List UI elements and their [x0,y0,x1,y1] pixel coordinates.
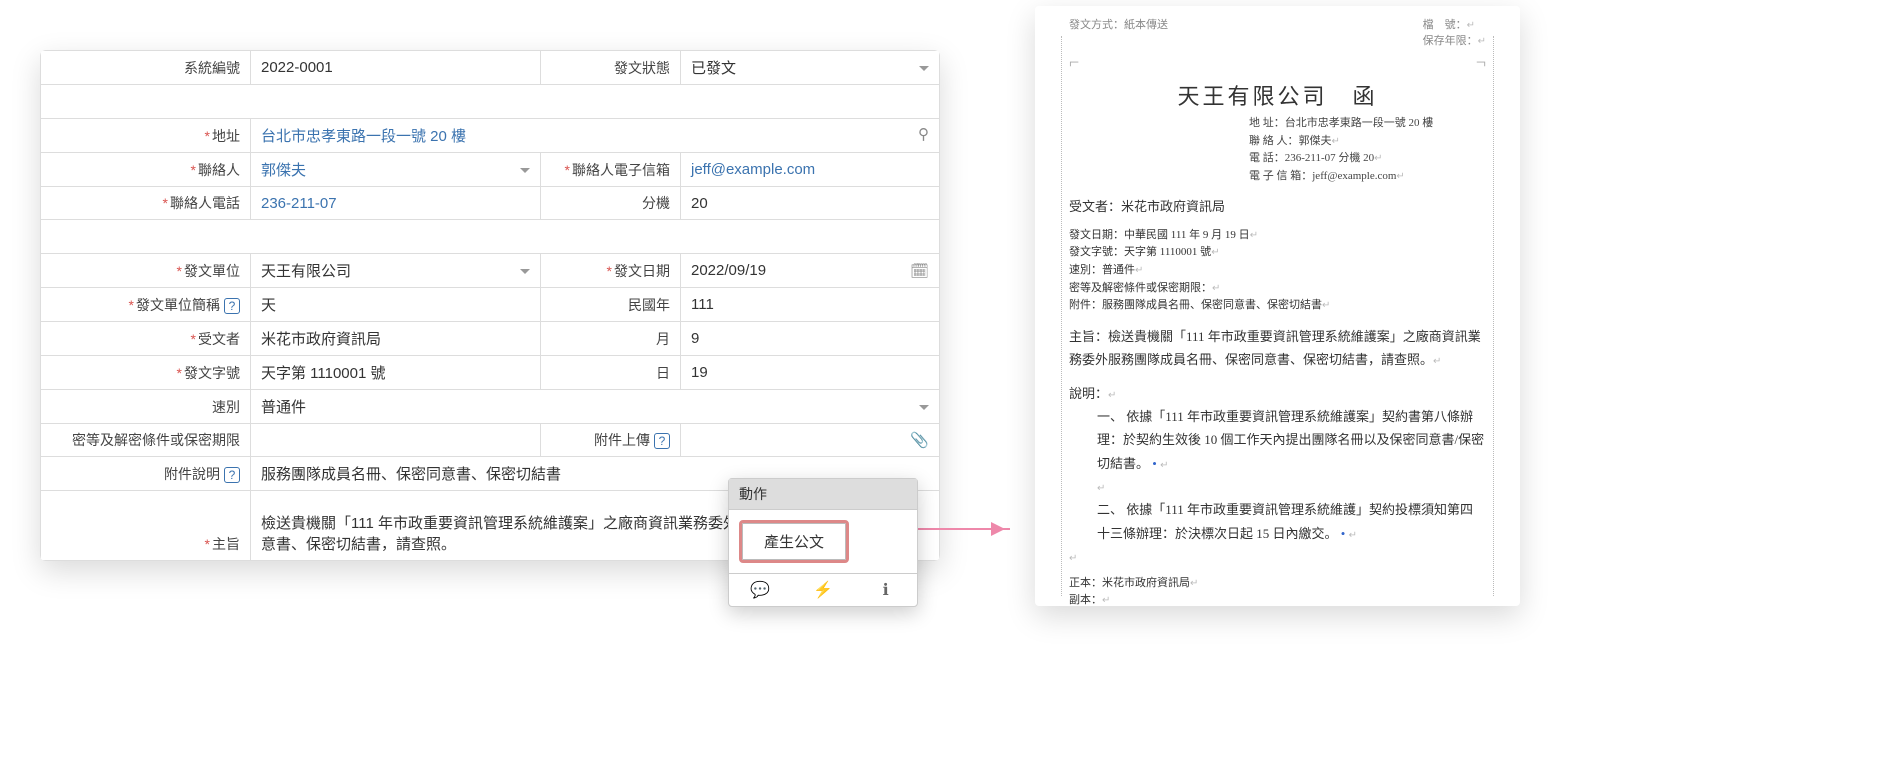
addr-input[interactable]: 台北市忠孝東路一段一號 20 樓⚲ [251,119,940,153]
info-icon[interactable]: ℹ [854,574,917,606]
recipient-input[interactable]: 米花市政府資訊局 [251,322,541,356]
action-popup: 動作 產生公文 💬 ⚡ ℹ [728,478,918,607]
doc-send-method: 發文方式：紙本傳送 [1069,16,1168,48]
location-icon[interactable]: ⚲ [918,125,929,143]
attach-desc-label: 附件說明? [41,457,251,491]
secret-input[interactable] [251,424,541,457]
doc-paragraph-2: 二、 依據「111 年市政重要資訊管理系統維護」契約投標須知第四十三條辦理：於決… [1097,502,1473,540]
status-label: 發文狀態 [541,51,681,85]
date-input[interactable]: 2022/09/19🗓 [681,254,940,288]
date-label: 發文日期 [541,254,681,288]
unit-label: 發文單位 [41,254,251,288]
generate-document-button[interactable]: 產生公文 [739,520,849,563]
unit-abbr-input[interactable]: 天 [251,288,541,322]
month-value: 9 [681,322,940,356]
contact-select[interactable]: 郭傑夫 [251,153,541,187]
ext-input[interactable]: 20 [681,187,940,220]
doc-subject: 檢送貴機關「111 年市政重要資訊管理系統維護案」之廠商資訊業務委外服務團隊成員… [1069,329,1481,367]
attachment-icon[interactable]: 📎 [910,431,929,449]
subject-label: 主旨 [41,491,251,561]
calendar-icon[interactable]: 🗓 [910,262,929,280]
sys-no-value: 2022-0001 [251,51,541,85]
help-icon[interactable]: ? [224,298,240,314]
day-value: 19 [681,356,940,390]
status-select[interactable]: 已發文 [681,51,940,85]
bolt-icon[interactable]: ⚡ [792,574,855,606]
month-label: 月 [541,322,681,356]
email-input[interactable]: jeff@example.com [681,153,940,187]
docno-input[interactable]: 天字第 1110001 號 [251,356,541,390]
phone-label: 聯絡人電話 [41,187,251,220]
roc-value: 111 [681,288,940,322]
secret-label: 密等及解密條件或保密期限 [41,424,251,457]
doc-title: 天王有限公司 函 [1069,79,1486,111]
sys-no-label: 系統編號 [41,51,251,85]
upload-label: 附件上傳? [541,424,681,457]
comment-icon[interactable]: 💬 [729,574,792,606]
roc-label: 民國年 [541,288,681,322]
docno-label: 發文字號 [41,356,251,390]
phone-input[interactable]: 236-211-07 [251,187,541,220]
help-icon[interactable]: ? [224,467,240,483]
recipient-label: 受文者 [41,322,251,356]
addr-label: 地址 [41,119,251,153]
email-label: 聯絡人電子信箱 [541,153,681,187]
doc-recipient: 受文者：米花市政府資訊局 [1069,195,1486,218]
unit-abbr-label: 發文單位簡稱? [41,288,251,322]
action-header: 動作 [729,479,917,510]
day-label: 日 [541,356,681,390]
main-header: 公文主要資訊 [41,220,940,254]
contact-header: 聯絡資訊 [41,85,940,119]
speed-select[interactable]: 普通件 [251,390,940,424]
upload-input[interactable]: 📎 [681,424,940,457]
speed-label: 速別 [41,390,251,424]
contact-label: 聯絡人 [41,153,251,187]
ext-label: 分機 [541,187,681,220]
help-icon[interactable]: ? [654,433,670,449]
unit-select[interactable]: 天王有限公司 [251,254,541,288]
generated-document-preview: 發文方式：紙本傳送 檔 號：↵保存年限：↵ ⌐¬ 天王有限公司 函 地 址：台北… [1035,6,1520,606]
